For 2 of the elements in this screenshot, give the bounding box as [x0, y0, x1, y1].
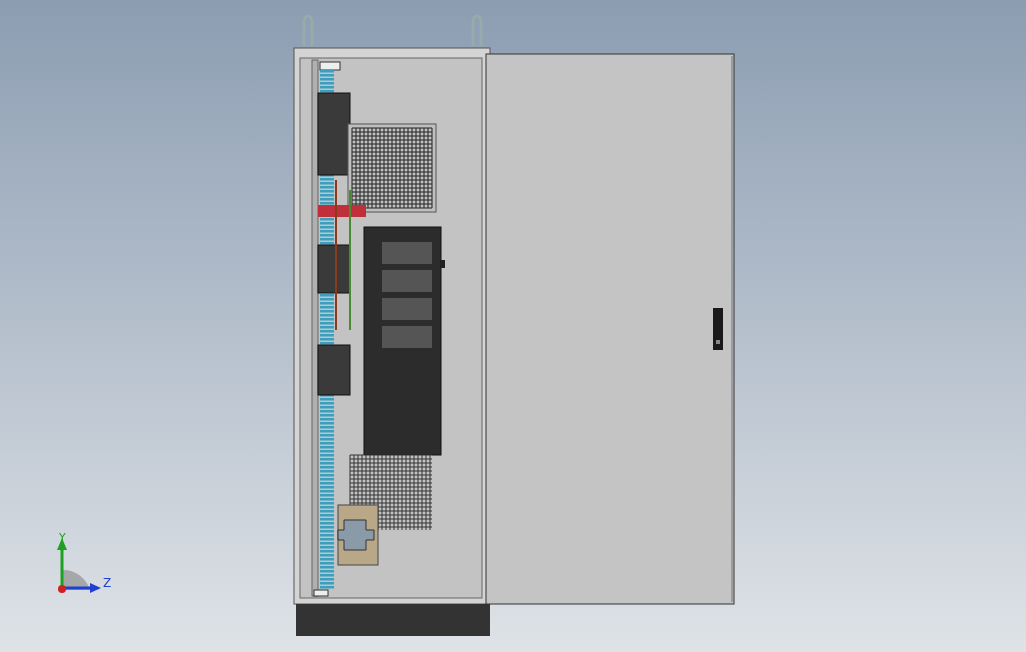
axis-label: Y	[59, 531, 66, 544]
axis-label: Z	[103, 576, 112, 590]
